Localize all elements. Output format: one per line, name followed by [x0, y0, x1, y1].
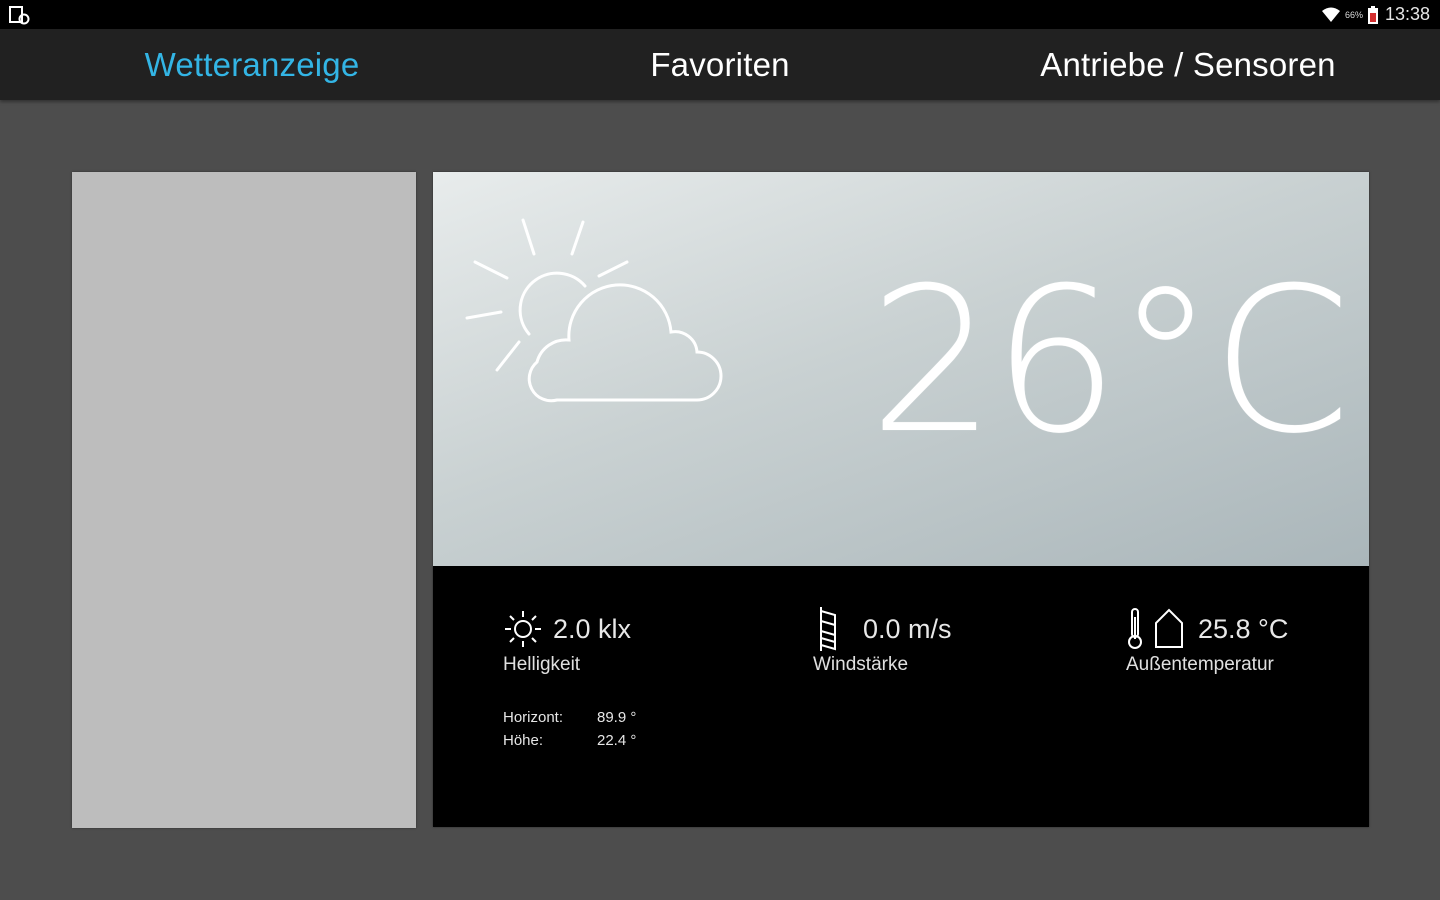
status-bar: 66% 13:38	[0, 0, 1440, 29]
outdoor-temp-label: Außentemperatur	[1126, 654, 1274, 675]
outdoor-temp-metric: 25.8 °C Außentemperatur	[1126, 606, 1288, 676]
tab-bar: Wetteranzeige Favoriten Antriebe / Senso…	[0, 29, 1440, 100]
tab-wetteranzeige[interactable]: Wetteranzeige	[12, 29, 492, 100]
tab-favoriten[interactable]: Favoriten	[480, 29, 960, 100]
sun-elevation-value: 22.4 °	[597, 732, 637, 749]
weather-card: 26°C 2.0 klx Helligkeit 0.0 m/s Windstär…	[433, 172, 1369, 827]
wifi-icon	[1321, 7, 1340, 22]
clock: 13:38	[1384, 4, 1430, 24]
weather-details: 2.0 klx Helligkeit 0.0 m/s Windstärke 25…	[433, 566, 1369, 827]
weather-header: 26°C	[433, 172, 1369, 566]
sun-elevation-row: Höhe: 22.4 °	[503, 729, 636, 752]
sun-elevation-label: Höhe:	[503, 732, 544, 749]
wind-label: Windstärke	[813, 654, 909, 675]
brightness-metric: 2.0 klx Helligkeit	[503, 606, 631, 676]
sun-icon	[505, 611, 541, 647]
windsock-icon	[820, 607, 836, 651]
outdoor-temp-value: 25.8 °C	[1198, 613, 1289, 644]
battery-icon	[1367, 5, 1378, 24]
brightness-label: Helligkeit	[503, 654, 581, 675]
thermometer-house-icon	[1128, 608, 1183, 649]
notification-app-icon	[9, 6, 30, 25]
tab-antriebe-sensoren[interactable]: Antriebe / Sensoren	[948, 29, 1428, 100]
wind-metric: 0.0 m/s Windstärke	[813, 606, 952, 676]
sun-azimuth-label: Horizont:	[503, 709, 564, 726]
brightness-value: 2.0 klx	[553, 613, 632, 644]
partly-cloudy-icon	[465, 218, 723, 403]
sun-position: Horizont: 89.9 ° Höhe: 22.4 °	[503, 706, 636, 752]
current-temperature: 26°C	[868, 245, 1351, 478]
sun-azimuth-row: Horizont: 89.9 °	[503, 706, 636, 729]
battery-percent: 66%	[1344, 9, 1363, 20]
sun-azimuth-value: 89.9 °	[597, 709, 637, 726]
wind-value: 0.0 m/s	[863, 613, 952, 644]
left-panel	[72, 172, 416, 828]
status-icons: 66% 13:38	[1321, 0, 1430, 29]
